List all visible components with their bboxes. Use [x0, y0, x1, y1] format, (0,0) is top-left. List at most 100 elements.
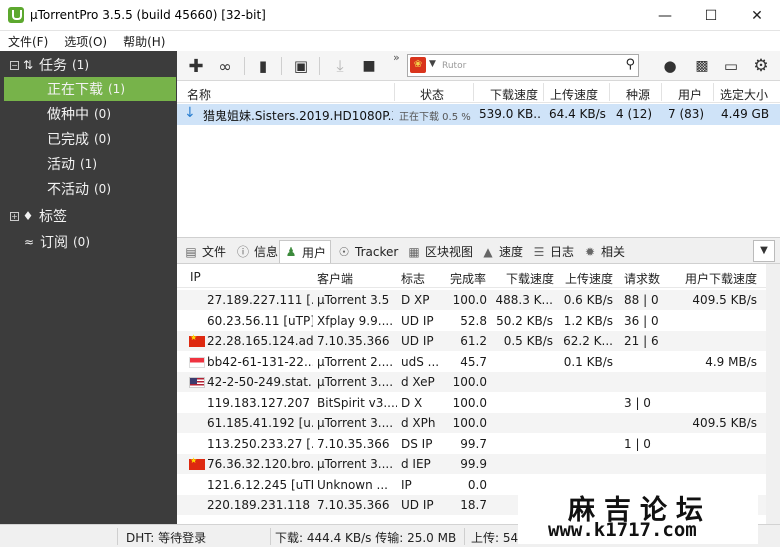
tab-related[interactable]: ✹ 相关 — [583, 240, 625, 263]
column-header-name[interactable]: 名称 — [187, 86, 211, 103]
peer-row[interactable]: bb42-61-131-22... µTorrent 2.... udS ... 45… — [177, 352, 780, 372]
peer-row[interactable]: 61.185.41.192 [u... µTorrent 3.... d XPh 10… — [177, 413, 780, 433]
search-icon[interactable]: ⚲ — [625, 57, 635, 72]
menu-file[interactable]: 文件(F) — [0, 31, 56, 51]
settings-icon[interactable]: ⚙ — [749, 54, 773, 78]
column-separator — [473, 83, 474, 101]
toolbar-separator — [319, 57, 320, 75]
title-bar: µTorrentPro 3.5.5 (build 45660) [32-bit]… — [0, 0, 780, 31]
chat-icon[interactable]: ▩ — [690, 54, 714, 78]
files-icon: ▤ — [185, 244, 197, 259]
add-icon[interactable]: ✚ — [184, 54, 208, 78]
sidebar-item-active[interactable]: 活动 (1) — [0, 152, 177, 176]
column-header-percent[interactable]: 完成率 — [450, 270, 486, 287]
column-separator — [609, 83, 610, 101]
collapse-icon[interactable]: − — [10, 60, 19, 70]
sidebar-item-feeds[interactable]: ≈ 订阅 (0) — [0, 230, 177, 254]
tab-pieces[interactable]: ▦ 区块视图 — [407, 240, 473, 263]
tab-trackers[interactable]: ☉ Tracker — [337, 240, 399, 263]
peer-ip: 220.189.231.118 ... — [207, 498, 313, 512]
column-header-seeds[interactable]: 种源 — [626, 86, 650, 103]
menu-help[interactable]: 帮助(H) — [115, 31, 173, 51]
toolbar-overflow-icon[interactable]: » — [393, 51, 400, 64]
peer-flags: D X — [401, 395, 423, 410]
tab-log[interactable]: ☰ 日志 — [532, 240, 574, 263]
remote-icon[interactable]: ▭ — [719, 54, 743, 78]
peer-ip: 113.250.233.27 [... — [207, 436, 313, 451]
peer-flags: DS IP — [401, 436, 433, 451]
minimize-icon[interactable]: — — [642, 0, 688, 31]
search-provider-icon[interactable]: ❀ — [410, 57, 426, 73]
peer-percent: 99.9 — [460, 457, 487, 471]
sidebar-tasks-label: 任务 — [39, 58, 67, 74]
peer-client: 7.10.35.366 — [317, 334, 390, 348]
peer-row[interactable]: 113.250.233.27 [... 7.10.35.366 DS IP 99.7 1… — [177, 434, 780, 454]
detail-tabs: ▤ 文件 ⓘ 信息 ♟ 用户 ☉ Tracker ▦ 区块视图 ▲ 速度 ☰ 日志 ✹ 相关 ▼ — [177, 237, 780, 264]
bulb-icon[interactable]: ● — [658, 54, 682, 78]
related-icon: ✹ — [584, 244, 596, 259]
chevron-down-icon[interactable]: ▼ — [429, 59, 436, 69]
dht-status[interactable]: DHT: 等待登录 — [126, 529, 206, 546]
column-header-ip[interactable]: IP — [190, 270, 201, 284]
start-icon[interactable]: ⤓ — [328, 54, 352, 78]
sidebar-item-labels[interactable]: + ♦ 标签 — [0, 204, 177, 228]
peer-down-speed: 488.3 K... — [495, 293, 553, 307]
stop-icon[interactable]: ■ — [357, 54, 381, 78]
tab-info[interactable]: ⓘ 信息 — [236, 240, 278, 263]
column-separator — [713, 83, 714, 101]
peer-row[interactable]: 22.28.165.124.ad... 7.10.35.366 UD IP 61.2 0… — [177, 331, 780, 351]
search-input[interactable] — [442, 57, 612, 74]
rss-icon: ≈ — [23, 235, 35, 249]
tab-peers[interactable]: ♟ 用户 — [279, 240, 332, 263]
sidebar-item-completed[interactable]: 已完成 (0) — [0, 127, 177, 151]
log-icon: ☰ — [533, 244, 545, 259]
column-header-requests[interactable]: 请求数 — [624, 270, 660, 287]
add-link-icon[interactable]: ∞ — [213, 54, 237, 78]
utorrent-logo-icon — [8, 7, 24, 23]
column-header-up-speed[interactable]: 上传速度 — [565, 270, 613, 287]
peer-dl-speed: 4.9 MB/s — [705, 354, 757, 369]
sidebar-item-seeding[interactable]: 做种中 (0) — [0, 102, 177, 126]
peer-row[interactable]: 76.36.32.120.bro... µTorrent 3.... d IEP 99… — [177, 454, 780, 474]
tab-speed[interactable]: ▲ 速度 — [481, 240, 523, 263]
tab-files[interactable]: ▤ 文件 — [184, 240, 226, 263]
tab-label: 相关 — [601, 245, 626, 259]
peer-up-speed: 1.2 KB/s — [563, 313, 613, 328]
menu-options[interactable]: 选项(O) — [56, 31, 115, 51]
peer-percent: 45.7 — [460, 354, 487, 369]
peer-row[interactable]: 119.183.127.207 BitSpirit v3.... D X 100.0 3… — [177, 393, 780, 413]
close-icon[interactable]: ✕ — [734, 0, 780, 31]
column-header-size[interactable]: 选定大小 — [720, 86, 768, 103]
search-box[interactable]: ❀ ▼ ⚲ — [407, 54, 639, 77]
sidebar-item-inactive[interactable]: 不活动 (0) — [0, 177, 177, 201]
sidebar-feeds-label: 订阅 — [40, 235, 68, 251]
peer-row[interactable]: 27.189.227.111 [... µTorrent 3.5 D XP 100.0… — [177, 290, 780, 310]
delete-icon[interactable]: ▣ — [289, 54, 313, 78]
sidebar-item-downloading[interactable]: 正在下载 (1) — [4, 77, 176, 101]
column-header-down-speed[interactable]: 下载速度 — [490, 86, 538, 103]
column-header-up-speed[interactable]: 上传速度 — [550, 86, 598, 103]
column-header-flags[interactable]: 标志 — [401, 270, 425, 287]
flag-sg-icon — [189, 356, 205, 368]
peer-row[interactable]: 60.23.56.11 [uTP] Xfplay 9.9.... UD IP 52.8… — [177, 311, 780, 331]
column-header-peer-dl[interactable]: 用户下载速度 — [685, 270, 757, 287]
maximize-icon[interactable]: ☐ — [688, 0, 734, 31]
column-header-status[interactable]: 状态 — [420, 86, 444, 103]
peer-ip: 119.183.127.207 — [207, 395, 311, 410]
upload-status[interactable]: 上传: 54. — [471, 529, 522, 546]
torrent-row[interactable]: ↓ 猎鬼姐妹.Sisters.2019.HD1080P.X... 正在下载 0.… — [177, 104, 780, 125]
download-status[interactable]: 下载: 444.4 KB/s 传输: 25.0 MB — [275, 529, 456, 546]
peer-row[interactable]: 42-2-50-249.stat... µTorrent 3.... d XeP 10… — [177, 372, 780, 392]
chevron-down-icon[interactable]: ▼ — [753, 240, 775, 262]
expand-icon[interactable]: + — [10, 211, 19, 221]
column-header-down-speed[interactable]: 下载速度 — [506, 270, 554, 287]
sidebar-labels-label: 标签 — [39, 209, 67, 225]
column-header-client[interactable]: 客户端 — [317, 270, 353, 287]
column-header-peers[interactable]: 用户 — [678, 86, 702, 103]
peer-ip: 42-2-50-249.stat... — [207, 375, 313, 389]
peer-ip: 121.6.12.245 [uTP] — [207, 477, 313, 492]
peers-scrollbar[interactable] — [766, 264, 780, 524]
create-torrent-icon[interactable]: ▮ — [251, 54, 275, 78]
peer-flags: d IEP — [401, 457, 431, 471]
sidebar-item-tasks[interactable]: − ⇅ 任务 (1) — [0, 53, 177, 77]
